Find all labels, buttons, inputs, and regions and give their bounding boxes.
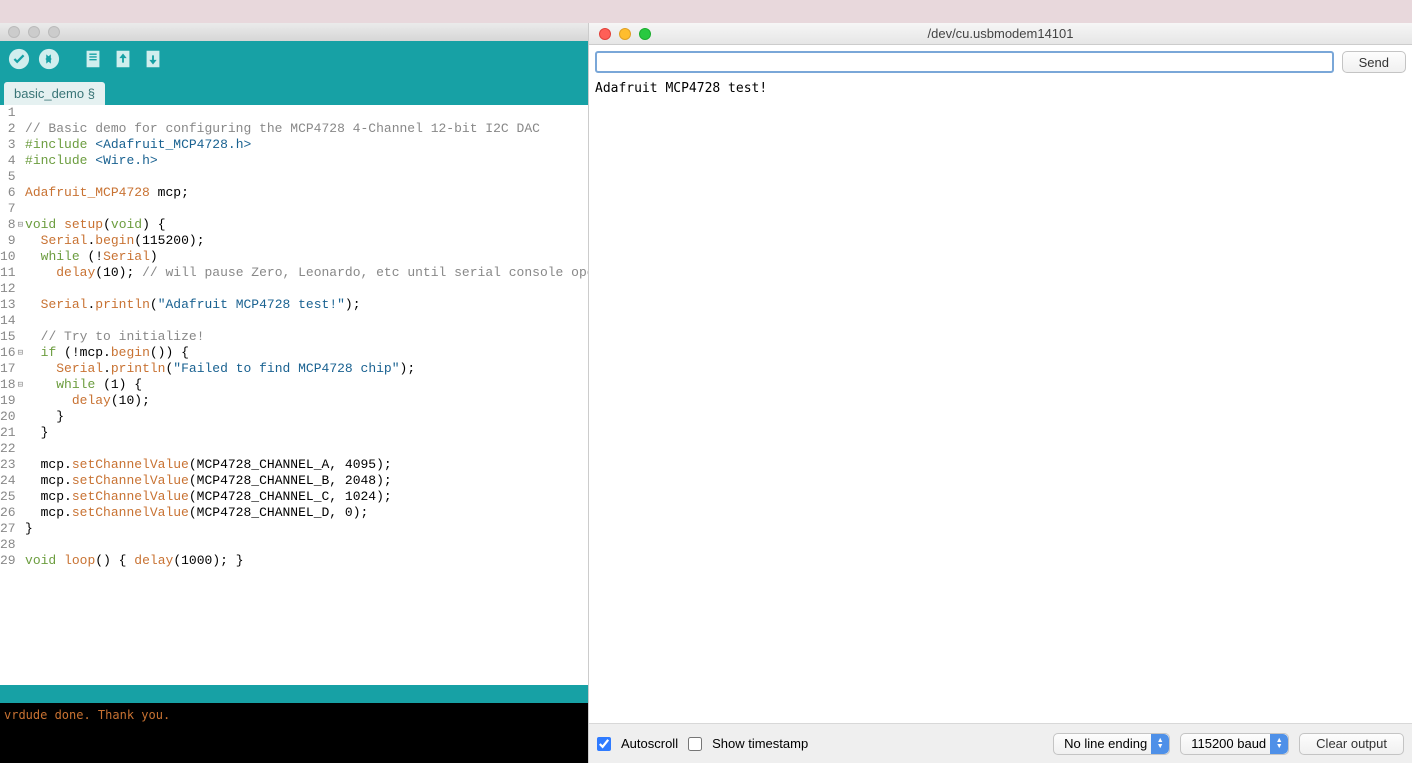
autoscroll-label: Autoscroll	[621, 736, 678, 751]
verify-button[interactable]	[6, 46, 32, 72]
line-number: 9	[0, 233, 16, 249]
minimize-icon[interactable]	[619, 28, 631, 40]
line-number: 25	[0, 489, 16, 505]
code-line[interactable]: mcp.setChannelValue(MCP4728_CHANNEL_C, 1…	[25, 489, 588, 505]
line-number: 4	[0, 153, 16, 169]
code-line[interactable]: }	[25, 521, 588, 537]
code-line[interactable]: void setup(void) {	[25, 217, 588, 233]
line-number: 6	[0, 185, 16, 201]
timestamp-checkbox[interactable]	[688, 737, 702, 751]
sketch-tab[interactable]: basic_demo §	[4, 82, 105, 105]
line-number: 15	[0, 329, 16, 345]
code-line[interactable]: mcp.setChannelValue(MCP4728_CHANNEL_A, 4…	[25, 457, 588, 473]
serial-window-title: /dev/cu.usbmodem14101	[589, 26, 1412, 41]
line-ending-select[interactable]: No line ending ▲▼	[1053, 733, 1170, 755]
minimize-icon[interactable]	[28, 26, 40, 38]
line-number: 19	[0, 393, 16, 409]
serial-input-bar: Send	[589, 45, 1412, 79]
close-icon[interactable]	[8, 26, 20, 38]
code-line[interactable]: if (!mcp.begin()) {	[25, 345, 588, 361]
ide-tabbar: basic_demo §	[0, 77, 588, 105]
ide-status-bar	[0, 685, 588, 703]
code-line[interactable]: void loop() { delay(1000); }	[25, 553, 588, 569]
code-line[interactable]: mcp.setChannelValue(MCP4728_CHANNEL_D, 0…	[25, 505, 588, 521]
maximize-icon[interactable]	[639, 28, 651, 40]
code-line[interactable]: delay(10); // will pause Zero, Leonardo,…	[25, 265, 588, 281]
line-number: 1	[0, 105, 16, 121]
code-line[interactable]	[25, 281, 588, 297]
maximize-icon[interactable]	[48, 26, 60, 38]
ide-toolbar	[0, 41, 588, 77]
line-number: 23	[0, 457, 16, 473]
baud-value: 115200 baud	[1191, 736, 1266, 751]
timestamp-label: Show timestamp	[712, 736, 808, 751]
code-line[interactable]: #include <Wire.h>	[25, 153, 588, 169]
line-number: 11	[0, 265, 16, 281]
upload-button[interactable]	[36, 46, 62, 72]
code-line[interactable]: Serial.println("Failed to find MCP4728 c…	[25, 361, 588, 377]
code-line[interactable]	[25, 169, 588, 185]
line-number: 10	[0, 249, 16, 265]
code-line[interactable]	[25, 201, 588, 217]
line-number: 21	[0, 425, 16, 441]
console-line: vrdude done. Thank you.	[4, 707, 584, 723]
code-line[interactable]: Serial.println("Adafruit MCP4728 test!")…	[25, 297, 588, 313]
line-number: 18	[0, 377, 16, 393]
autoscroll-checkbox[interactable]	[597, 737, 611, 751]
code-line[interactable]: #include <Adafruit_MCP4728.h>	[25, 137, 588, 153]
line-number: 17	[0, 361, 16, 377]
chevron-updown-icon: ▲▼	[1151, 734, 1169, 754]
line-number: 12	[0, 281, 16, 297]
code-line[interactable]	[25, 537, 588, 553]
send-button[interactable]: Send	[1342, 51, 1406, 73]
code-line[interactable]: delay(10);	[25, 393, 588, 409]
code-line[interactable]: Adafruit_MCP4728 mcp;	[25, 185, 588, 201]
clear-output-button[interactable]: Clear output	[1299, 733, 1404, 755]
line-ending-value: No line ending	[1064, 736, 1147, 751]
code-line[interactable]: mcp.setChannelValue(MCP4728_CHANNEL_B, 2…	[25, 473, 588, 489]
code-line[interactable]: while (1) {	[25, 377, 588, 393]
code-line[interactable]: Serial.begin(115200);	[25, 233, 588, 249]
baud-select[interactable]: 115200 baud ▲▼	[1180, 733, 1289, 755]
new-button[interactable]	[80, 46, 106, 72]
line-number: 13	[0, 297, 16, 313]
ide-console: vrdude done. Thank you.	[0, 703, 588, 763]
line-number: 28	[0, 537, 16, 553]
line-number: 14	[0, 313, 16, 329]
code-line[interactable]	[25, 441, 588, 457]
line-number: 3	[0, 137, 16, 153]
line-number: 24	[0, 473, 16, 489]
serial-footer: Autoscroll Show timestamp No line ending…	[589, 723, 1412, 763]
line-number: 2	[0, 121, 16, 137]
serial-titlebar: /dev/cu.usbmodem14101	[589, 23, 1412, 45]
code-line[interactable]: }	[25, 425, 588, 441]
line-number: 16	[0, 345, 16, 361]
open-button[interactable]	[110, 46, 136, 72]
close-icon[interactable]	[599, 28, 611, 40]
code-line[interactable]: }	[25, 409, 588, 425]
serial-monitor-window: /dev/cu.usbmodem14101 Send Adafruit MCP4…	[588, 23, 1412, 763]
line-number: 8	[0, 217, 16, 233]
serial-output-line: Adafruit MCP4728 test!	[595, 81, 1406, 96]
line-number: 26	[0, 505, 16, 521]
serial-output[interactable]: Adafruit MCP4728 test!	[589, 79, 1412, 723]
code-line[interactable]	[25, 105, 588, 121]
arduino-ide-window: basic_demo § 123456789101112131415161718…	[0, 23, 588, 763]
code-line[interactable]	[25, 313, 588, 329]
code-editor[interactable]: 1234567891011121314151617181920212223242…	[0, 105, 588, 685]
serial-input[interactable]	[595, 51, 1334, 73]
line-number: 5	[0, 169, 16, 185]
code-line[interactable]: // Try to initialize!	[25, 329, 588, 345]
code-line[interactable]: while (!Serial)	[25, 249, 588, 265]
save-button[interactable]	[140, 46, 166, 72]
line-number: 7	[0, 201, 16, 217]
line-number: 22	[0, 441, 16, 457]
ide-titlebar	[0, 23, 588, 41]
line-number: 20	[0, 409, 16, 425]
line-number: 29	[0, 553, 16, 569]
chevron-updown-icon: ▲▼	[1270, 734, 1288, 754]
line-number: 27	[0, 521, 16, 537]
code-line[interactable]: // Basic demo for configuring the MCP472…	[25, 121, 588, 137]
